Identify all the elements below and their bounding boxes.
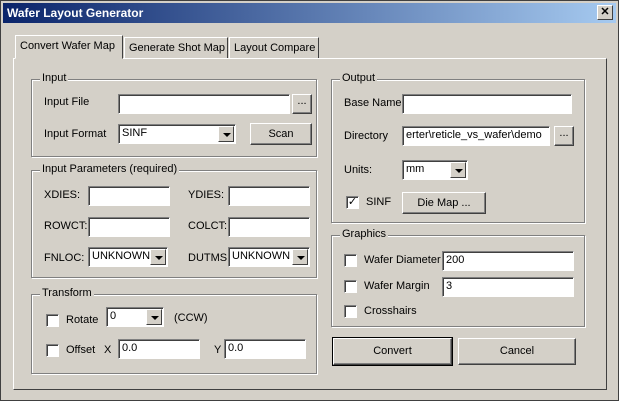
chevron-down-icon[interactable]: [146, 309, 162, 325]
main-window: Wafer Layout Generator ✕ Convert Wafer M…: [0, 0, 619, 401]
rowct-field[interactable]: [88, 217, 170, 237]
graphics-group: Graphics Wafer Diameter 200 Wafer Margin…: [331, 228, 585, 327]
transform-legend: Transform: [40, 287, 94, 299]
input-file-label: Input File: [44, 96, 90, 108]
offset-y-label: Y: [214, 344, 222, 356]
rowct-label: ROWCT:: [44, 220, 88, 232]
colct-field[interactable]: [228, 217, 310, 237]
chevron-down-icon[interactable]: [450, 162, 466, 178]
ccw-label: (CCW): [174, 312, 208, 324]
dutms-value: UNKNOWN: [232, 250, 291, 262]
directory-field[interactable]: erter\reticle_vs_wafer\demo: [402, 126, 550, 146]
basename-label: Base Name: [344, 97, 402, 109]
wafer-margin-field[interactable]: 3: [442, 277, 574, 297]
crosshairs-label: Crosshairs: [364, 305, 417, 317]
input-legend: Input: [40, 72, 69, 84]
fnloc-value: UNKNOWN: [92, 250, 151, 262]
offset-x-field[interactable]: 0.0: [118, 339, 200, 359]
output-group: Output Base Name Directory erter\reticle…: [331, 72, 585, 223]
wafer-margin-label: Wafer Margin: [364, 280, 430, 292]
close-icon[interactable]: ✕: [597, 5, 613, 20]
sinf-checkbox[interactable]: ✓: [346, 196, 359, 209]
tab-convert-wafer-map[interactable]: Convert Wafer Map: [15, 35, 123, 59]
input-file-field[interactable]: [118, 94, 290, 114]
xdies-label: XDIES:: [44, 189, 81, 201]
fnloc-select[interactable]: UNKNOWN: [88, 247, 168, 267]
ydies-field[interactable]: [228, 186, 310, 206]
wafer-diameter-label: Wafer Diameter: [364, 254, 441, 266]
units-label: Units:: [344, 164, 373, 176]
crosshairs-checkbox[interactable]: [344, 305, 357, 318]
colct-label: COLCT:: [188, 220, 228, 232]
fnloc-label: FNLOC:: [44, 252, 85, 264]
chevron-down-icon[interactable]: [150, 249, 166, 265]
title-bar[interactable]: Wafer Layout Generator ✕: [3, 3, 616, 23]
scan-button[interactable]: Scan: [250, 123, 312, 145]
input-parameters-group: Input Parameters (required) XDIES: YDIES…: [31, 163, 317, 278]
basename-field[interactable]: [402, 94, 572, 114]
units-value: mm: [406, 163, 425, 175]
chevron-down-icon[interactable]: [218, 126, 234, 142]
wafer-margin-checkbox[interactable]: [344, 280, 357, 293]
wafer-diameter-field[interactable]: 200: [442, 251, 574, 271]
convert-button[interactable]: Convert: [332, 337, 453, 366]
dutms-select[interactable]: UNKNOWN: [228, 247, 310, 267]
die-map-button[interactable]: Die Map ...: [402, 192, 486, 214]
tab-layout-compare[interactable]: Layout Compare: [229, 37, 319, 59]
input-format-select[interactable]: SINF: [118, 124, 236, 144]
directory-label: Directory: [344, 130, 389, 142]
transform-group: Transform Rotate 0 (CCW) Offset X 0.0 Y …: [31, 287, 317, 374]
check-icon: ✓: [347, 196, 358, 208]
sinf-label: SINF: [366, 196, 392, 208]
input-format-value: SINF: [122, 127, 148, 139]
directory-browse-button[interactable]: ...: [554, 126, 574, 146]
rotate-value: 0: [110, 310, 117, 322]
rotate-select[interactable]: 0: [106, 307, 164, 327]
offset-y-field[interactable]: 0.0: [224, 339, 306, 359]
rotate-checkbox[interactable]: [46, 314, 59, 327]
rotate-label: Rotate: [66, 314, 99, 326]
input-format-label: Input Format: [44, 128, 107, 140]
cancel-button[interactable]: Cancel: [458, 338, 576, 365]
chevron-down-icon[interactable]: [292, 249, 308, 265]
window-title: Wafer Layout Generator: [7, 6, 144, 20]
tab-generate-shot-map[interactable]: Generate Shot Map: [124, 37, 228, 59]
dutms-label: DUTMS:: [188, 252, 231, 264]
params-legend: Input Parameters (required): [40, 163, 180, 175]
xdies-field[interactable]: [88, 186, 170, 206]
offset-x-label: X: [104, 344, 112, 356]
offset-label: Offset: [66, 344, 96, 356]
graphics-legend: Graphics: [340, 228, 389, 240]
ydies-label: YDIES:: [188, 189, 225, 201]
output-legend: Output: [340, 72, 378, 84]
input-group: Input Input File ... Input Format SINF S…: [31, 72, 317, 157]
units-select[interactable]: mm: [402, 160, 468, 180]
input-browse-button[interactable]: ...: [292, 94, 312, 114]
offset-checkbox[interactable]: [46, 344, 59, 357]
wafer-diameter-checkbox[interactable]: [344, 254, 357, 267]
